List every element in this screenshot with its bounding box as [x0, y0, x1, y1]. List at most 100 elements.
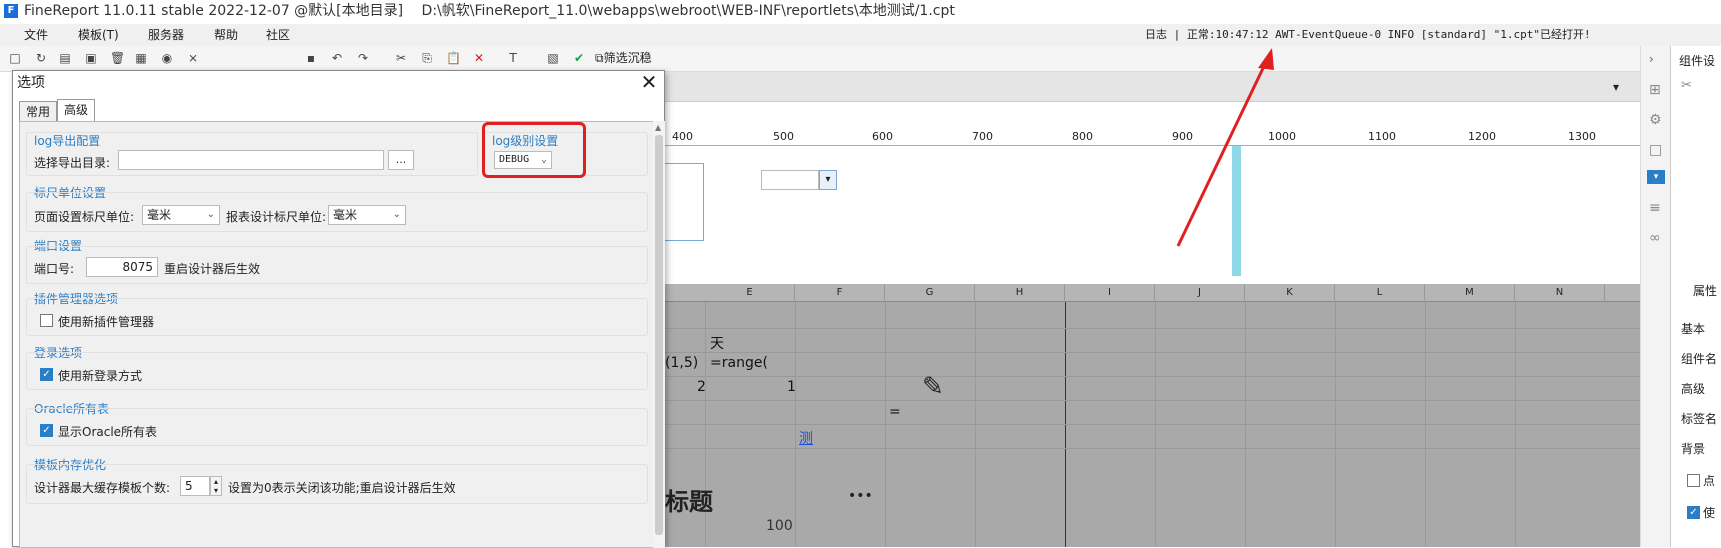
- parameter-canvas[interactable]: ▾: [657, 146, 1640, 276]
- menu-file[interactable]: 文件: [24, 24, 48, 46]
- panel-title: 组件设: [1679, 54, 1716, 68]
- port-input[interactable]: 8075: [86, 257, 158, 277]
- new-login-checkbox[interactable]: ✓: [40, 368, 53, 381]
- log-label: 日志 | 正常:: [1145, 28, 1216, 41]
- panel-tab-advanced[interactable]: 高级: [1681, 380, 1705, 397]
- preview-icon[interactable]: ◉: [160, 51, 174, 65]
- column-header[interactable]: E: [705, 284, 795, 302]
- panel-checkbox[interactable]: [1687, 474, 1700, 487]
- menu-template[interactable]: 模板(T): [78, 24, 119, 46]
- chevron-right-icon[interactable]: ›: [1649, 52, 1654, 66]
- new-plugin-manager-label: 使用新插件管理器: [58, 315, 155, 329]
- ruler-tick: 800: [1072, 130, 1093, 143]
- undo-icon[interactable]: ↶: [330, 51, 344, 65]
- column-header[interactable]: J: [1155, 284, 1245, 302]
- tab-general[interactable]: 常用: [19, 101, 58, 121]
- frame-icon[interactable]: □: [1649, 142, 1662, 158]
- report-ruler-value: 毫米: [333, 208, 358, 222]
- cell-number[interactable]: 2: [697, 379, 706, 395]
- panel-tab-basic[interactable]: 基本: [1681, 320, 1705, 337]
- window-title-path: D:\帆软\FineReport_11.0\webapps\webroot\WE…: [421, 3, 955, 19]
- selection-marker: [1232, 146, 1241, 276]
- menu-help[interactable]: 帮助: [214, 24, 238, 46]
- open-icon[interactable]: ▣: [84, 51, 98, 65]
- param-combo[interactable]: [761, 170, 819, 190]
- panel-label: 标签名: [1681, 412, 1718, 426]
- page-ruler-value: 毫米: [147, 208, 172, 222]
- browse-button[interactable]: ...: [388, 150, 414, 170]
- panel-checkbox[interactable]: ✓: [1687, 506, 1700, 519]
- scissors-icon[interactable]: ✂: [1681, 78, 1692, 93]
- widget-icon[interactable]: ▧: [546, 51, 560, 65]
- chart-title: 标题: [665, 488, 713, 516]
- menu-server[interactable]: 服务器: [148, 24, 184, 46]
- cache-note: 设置为0表示关闭该功能;重启设计器后生效: [228, 481, 456, 495]
- list-icon[interactable]: ≡: [1649, 200, 1661, 216]
- selected-widget-icon[interactable]: ▾: [1647, 170, 1665, 184]
- export-dir-input[interactable]: [118, 150, 384, 170]
- show-oracle-tables-checkbox[interactable]: ✓: [40, 424, 53, 437]
- report-ruler-label: 报表设计标尺单位:: [226, 210, 327, 224]
- report-ruler-select[interactable]: 毫米 ⌄: [328, 205, 406, 225]
- paste-icon[interactable]: 📋: [446, 51, 461, 65]
- tab-menu-icon[interactable]: ▾: [1613, 80, 1619, 94]
- save-icon[interactable]: ▪: [304, 51, 318, 65]
- column-header[interactable]: I: [1065, 284, 1155, 302]
- column-header[interactable]: L: [1335, 284, 1425, 302]
- template-tab-strip: ▾: [665, 72, 1640, 102]
- filter-button[interactable]: ⧉筛选沉稳: [595, 49, 652, 67]
- grid-icon[interactable]: ▦: [134, 51, 148, 65]
- log-status: 日志 | 正常:10:47:12 AWT-EventQueue-0 INFO […: [1145, 26, 1591, 44]
- cell-text[interactable]: 天: [710, 333, 724, 353]
- column-header[interactable]: F: [795, 284, 885, 302]
- highlight-box: [482, 122, 586, 178]
- delete-icon[interactable]: 🗑: [110, 51, 125, 65]
- grid-line: [665, 448, 1640, 449]
- cut-icon[interactable]: ✂: [394, 51, 408, 65]
- tab-advanced[interactable]: 高级: [57, 99, 96, 121]
- scrollbar-thumb[interactable]: [655, 135, 663, 535]
- ruler-tick: 400: [672, 130, 693, 143]
- refresh-icon[interactable]: ↻: [34, 51, 48, 65]
- ruler-tick: 700: [972, 130, 993, 143]
- cell-number[interactable]: 1: [787, 379, 796, 395]
- cell-hyperlink[interactable]: 测: [799, 428, 813, 448]
- more-icon[interactable]: •••: [848, 488, 873, 504]
- cell-formula[interactable]: =: [889, 404, 901, 420]
- layout-icon[interactable]: ⊞: [1649, 82, 1661, 98]
- link-icon[interactable]: ∞: [1649, 230, 1661, 246]
- panel-section: 属性: [1693, 284, 1718, 298]
- panel-label: 使: [1703, 506, 1716, 520]
- text-icon[interactable]: T: [506, 51, 520, 65]
- column-header[interactable]: N: [1515, 284, 1605, 302]
- copy-icon[interactable]: ⎘: [420, 51, 434, 65]
- cell-formula[interactable]: =range(: [710, 355, 768, 371]
- new-icon[interactable]: □: [8, 51, 22, 65]
- collapse-icon[interactable]: ⨯: [186, 51, 200, 65]
- redo-icon[interactable]: ↷: [356, 51, 370, 65]
- pencil-icon[interactable]: ✎: [922, 372, 944, 402]
- check-icon[interactable]: ✔: [572, 51, 586, 65]
- app-logo-icon: F: [4, 4, 18, 18]
- new-plugin-manager-checkbox[interactable]: [40, 314, 53, 327]
- menu-community[interactable]: 社区: [266, 24, 290, 46]
- report-grid[interactable]: [665, 284, 1640, 547]
- column-header[interactable]: M: [1425, 284, 1515, 302]
- cache-count-input[interactable]: 5: [180, 476, 210, 496]
- widget-settings-icon[interactable]: ⚙: [1649, 112, 1662, 128]
- report-icon[interactable]: ▤: [58, 51, 72, 65]
- column-header[interactable]: K: [1245, 284, 1335, 302]
- chevron-down-icon: ⌄: [206, 209, 215, 220]
- column-header[interactable]: G: [885, 284, 975, 302]
- grid-line: [665, 376, 1640, 377]
- column-header[interactable]: H: [975, 284, 1065, 302]
- close-icon[interactable]: ✕: [637, 71, 661, 95]
- dialog-scrollbar[interactable]: ▲: [653, 121, 665, 548]
- page-ruler-select[interactable]: 毫米 ⌄: [142, 205, 220, 225]
- scroll-up-icon[interactable]: ▲: [655, 123, 661, 132]
- cell-formula[interactable]: (1,5): [665, 355, 698, 371]
- close-red-icon[interactable]: ✕: [472, 51, 486, 65]
- panel-label: 背景: [1681, 442, 1706, 456]
- combo-dropdown-icon[interactable]: ▾: [819, 170, 837, 190]
- cache-stepper[interactable]: ▴ ▾: [210, 476, 222, 496]
